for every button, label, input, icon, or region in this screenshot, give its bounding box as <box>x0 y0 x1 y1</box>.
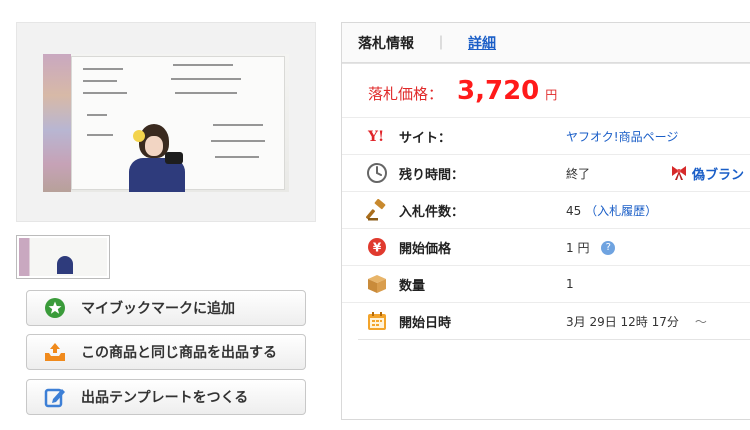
svg-text:¥: ¥ <box>373 241 382 255</box>
site-link[interactable]: ヤフオク!商品ページ <box>566 128 678 145</box>
row-quantity: 数量 1 <box>342 265 750 302</box>
gavel-icon <box>366 199 388 221</box>
final-price-unit: 円 <box>545 88 558 102</box>
bid-count-value: 45 <box>566 203 582 218</box>
sell-same-item-button[interactable]: この商品と同じ商品を出品する <box>26 334 306 370</box>
clock-icon <box>366 162 388 184</box>
auction-info-panel: 落札情報 ｜ 詳細 落札価格： 3,720 円 Y! サイト： ヤフオク!商品ペ… <box>341 22 750 420</box>
bid-history-link[interactable]: （入札履歴） <box>585 204 657 218</box>
create-template-label: 出品テンプレートをつくる <box>81 390 249 406</box>
row-site: Y! サイト： ヤフオク!商品ページ <box>342 117 750 154</box>
add-bookmark-label: マイブックマークに追加 <box>81 301 235 317</box>
bid-count-group: 45 （入札履歴） <box>566 202 657 219</box>
row-divider <box>358 339 750 340</box>
start-price-value: 1 円 <box>566 240 590 255</box>
add-bookmark-button[interactable]: マイブックマークに追加 <box>26 290 306 326</box>
time-left-value: 終了 <box>566 166 591 181</box>
star-badge-icon <box>43 296 67 320</box>
box-icon <box>366 273 388 295</box>
calendar-icon <box>366 310 388 332</box>
row-start-price: ¥ 開始価格 1 円 ? <box>342 228 750 265</box>
start-price-group: 1 円 ? <box>566 239 616 256</box>
start-date-label: 開始日時 <box>399 315 452 331</box>
fake-brand-label: 偽ブラン <box>692 167 745 183</box>
final-price-label: 落札価格： <box>368 85 444 103</box>
sell-same-item-label: この商品と同じ商品を出品する <box>81 345 277 361</box>
start-date-value: 3月 29日 12時 17分 <box>566 314 679 329</box>
yahoo-y-icon: Y! <box>366 125 388 147</box>
tab-details[interactable]: 詳細 <box>468 33 496 53</box>
ribbon-icon <box>672 166 686 180</box>
row-time-left: 残り時間： 終了 偽ブラン <box>342 154 750 191</box>
product-photo <box>43 54 289 192</box>
row-bid-count: 入札件数： 45 （入札履歴） <box>342 191 750 228</box>
info-tabs: 落札情報 ｜ 詳細 <box>342 23 750 63</box>
upload-tray-icon <box>43 340 67 364</box>
image-thumbnail[interactable] <box>16 235 110 279</box>
final-price: 落札価格： 3,720 円 <box>368 76 557 116</box>
svg-text:Y!: Y! <box>367 129 384 144</box>
quantity-label: 数量 <box>399 278 426 294</box>
row-start-date: 開始日時 3月 29日 12時 17分 ～ <box>342 302 750 339</box>
final-price-value: 3,720 <box>457 76 540 106</box>
main-product-image[interactable] <box>16 22 316 222</box>
tab-auction-info[interactable]: 落札情報 <box>358 33 414 53</box>
site-label: サイト： <box>399 130 452 146</box>
bid-count-label: 入札件数： <box>399 204 465 220</box>
date-range-tilde: ～ <box>694 314 707 329</box>
help-icon[interactable]: ? <box>601 241 616 255</box>
edit-pencil-icon <box>43 385 67 409</box>
start-date-group: 3月 29日 12時 17分 ～ <box>566 313 707 330</box>
yen-coin-icon: ¥ <box>366 236 388 258</box>
quantity-value: 1 <box>566 277 574 291</box>
start-price-label: 開始価格 <box>399 241 452 257</box>
person-figure <box>129 124 185 192</box>
tab-separator: ｜ <box>434 35 448 52</box>
auction-info-body: 落札価格： 3,720 円 Y! サイト： ヤフオク!商品ページ 残り時間： 終… <box>342 63 750 419</box>
time-left-label: 残り時間： <box>399 167 465 183</box>
fake-brand-report-link[interactable]: 偽ブラン <box>670 164 744 183</box>
background-posters <box>43 54 71 192</box>
create-template-button[interactable]: 出品テンプレートをつくる <box>26 379 306 415</box>
